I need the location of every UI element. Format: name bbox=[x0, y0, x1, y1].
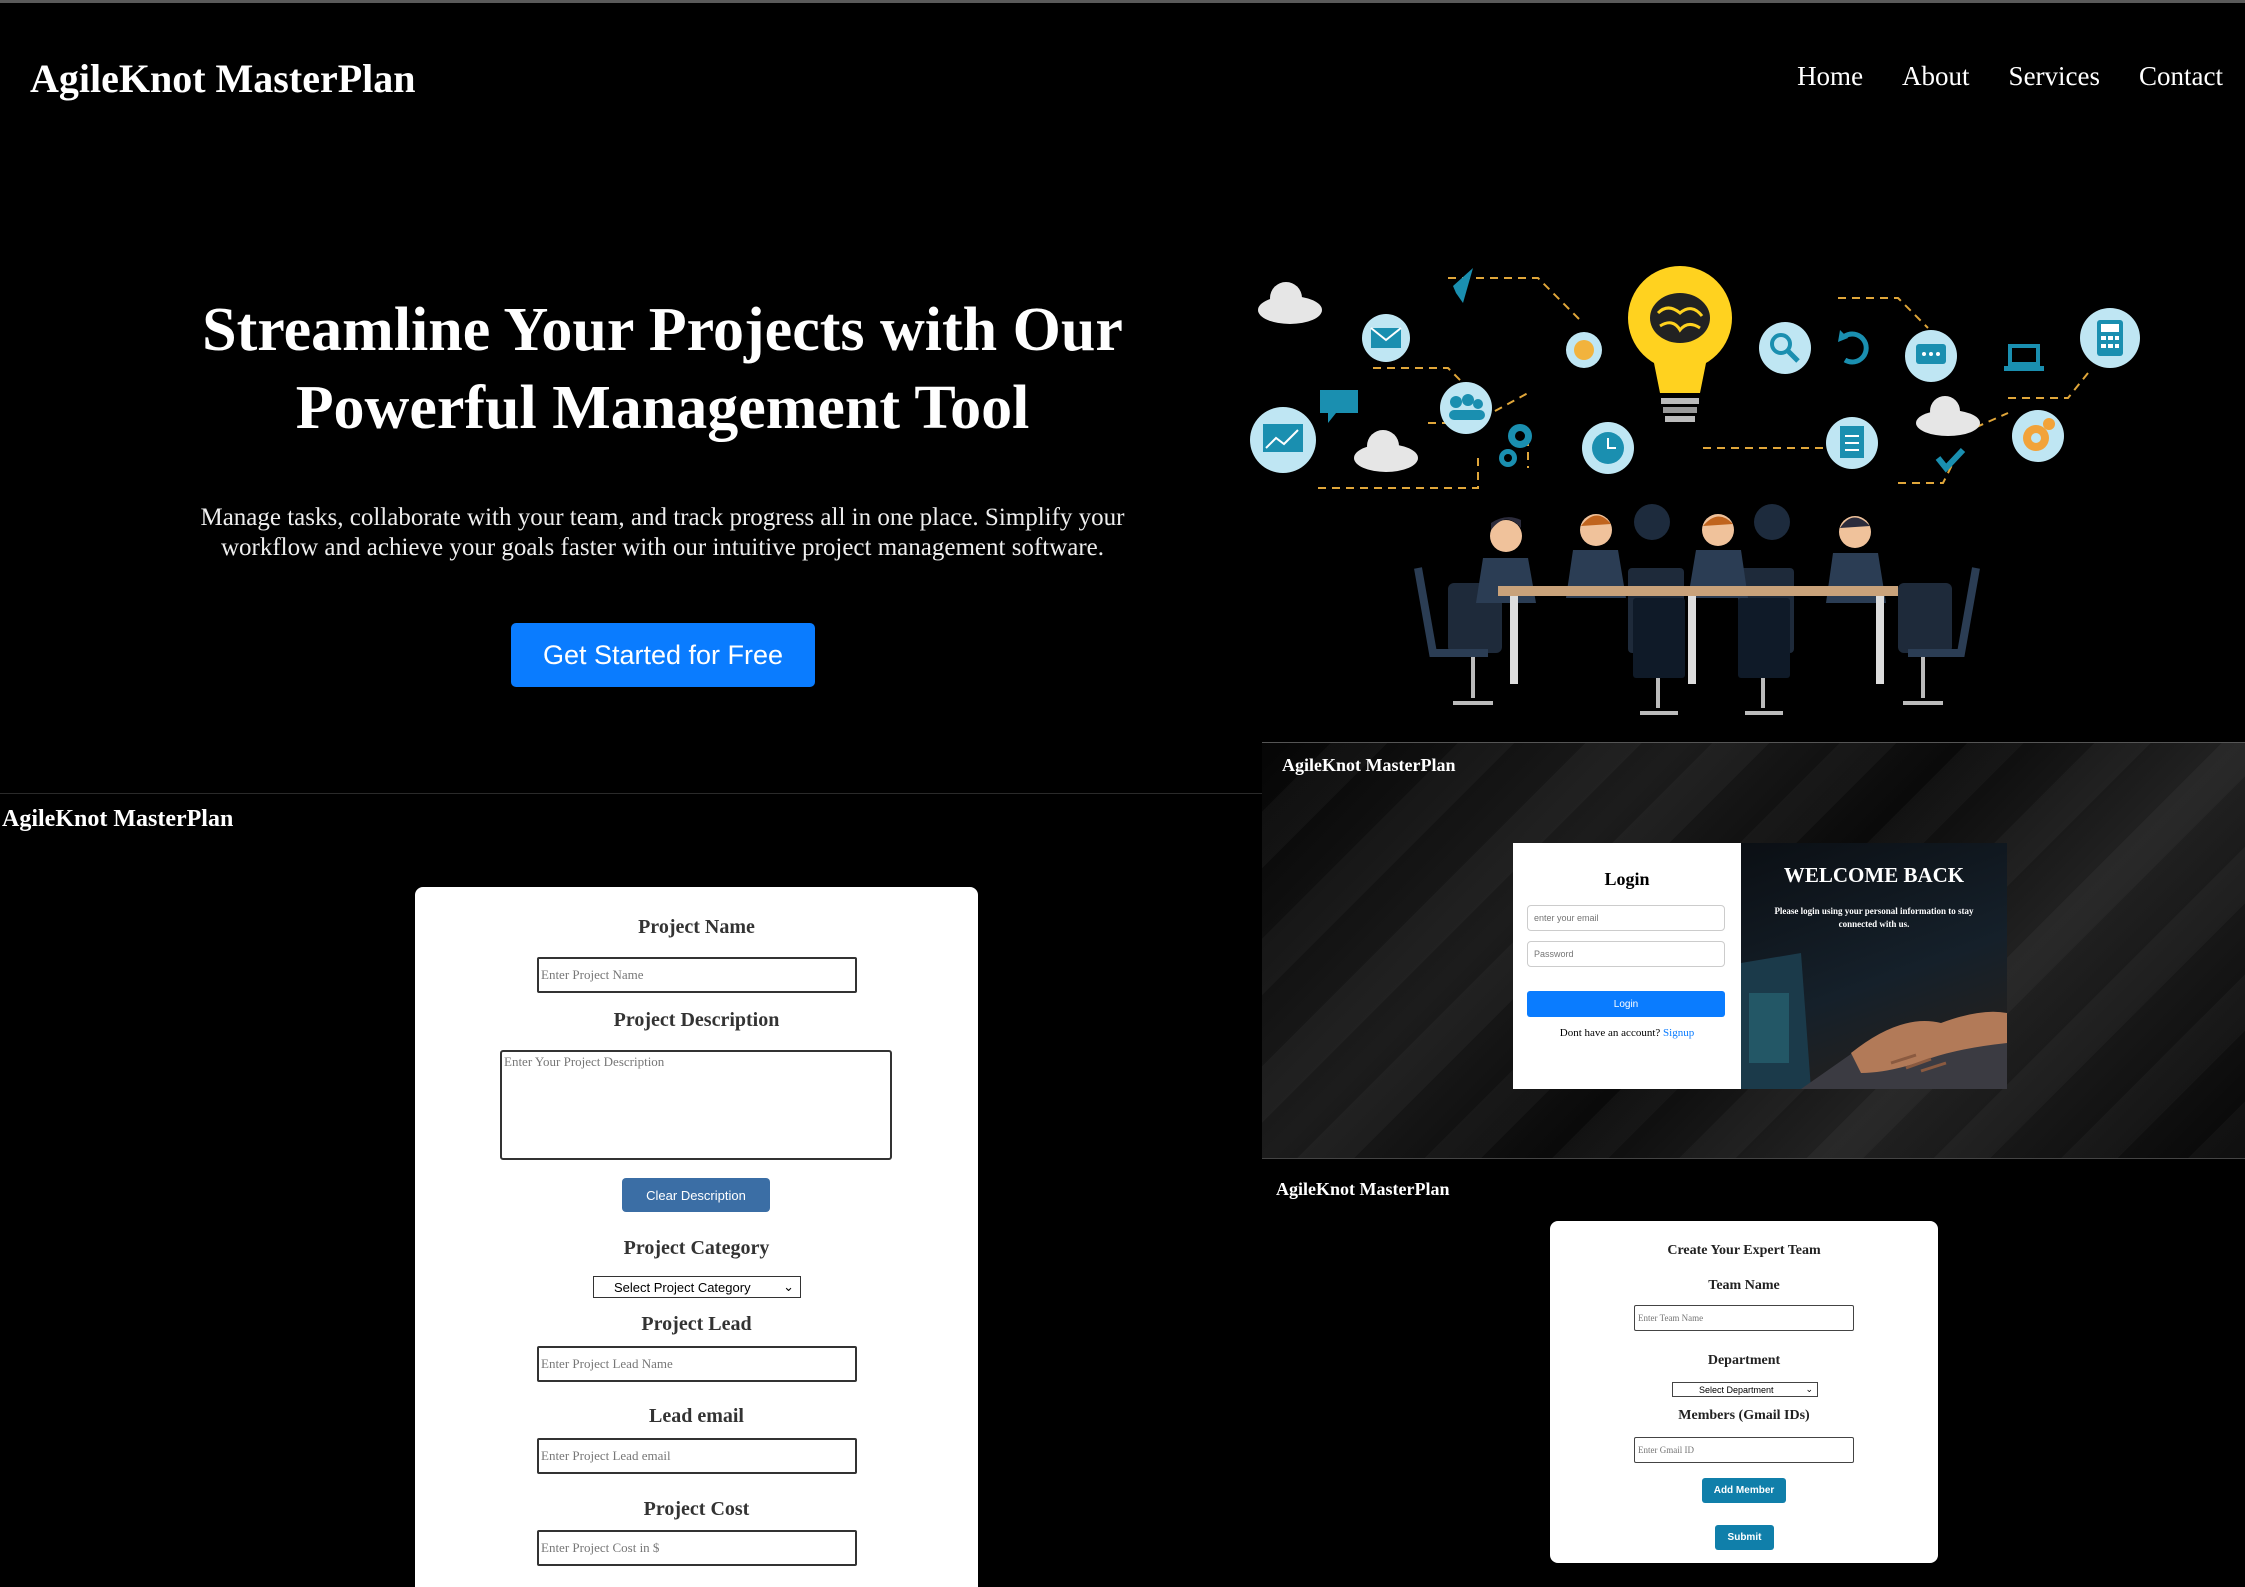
document-icon bbox=[1826, 417, 1878, 469]
hero-title: Streamline Your Projects with Our Powerf… bbox=[160, 291, 1165, 447]
login-form-card: Login Login Dont have an account? Signup bbox=[1513, 843, 1741, 1089]
team-collaboration-illustration bbox=[1250, 266, 2140, 715]
laptop-icon bbox=[2004, 344, 2044, 371]
site-brand[interactable]: AgileKnot MasterPlan bbox=[30, 55, 416, 102]
clear-description-button[interactable]: Clear Description bbox=[622, 1178, 770, 1212]
chevron-down-icon: ⌄ bbox=[783, 1279, 794, 1294]
nav-contact[interactable]: Contact bbox=[2139, 61, 2223, 92]
add-member-button[interactable]: Add Member bbox=[1702, 1478, 1786, 1503]
nav-services[interactable]: Services bbox=[2009, 61, 2100, 92]
project-form-card: Project Name Project Description Clear D… bbox=[415, 887, 978, 1587]
nav-about[interactable]: About bbox=[1902, 61, 1970, 92]
department-selected: Select Department bbox=[1699, 1384, 1774, 1395]
login-section: AgileKnot MasterPlan Login Login Dont ha… bbox=[1262, 742, 2245, 1158]
department-label: Department bbox=[1707, 1353, 1781, 1368]
login-title: Login bbox=[1604, 869, 1650, 889]
hero-subtitle-line2: workflow and achieve your goals faster w… bbox=[220, 534, 1105, 561]
hero-title-line1: Streamline Your Projects with Our bbox=[202, 296, 1123, 364]
magnifier-icon bbox=[1759, 322, 1811, 374]
message-screen-icon bbox=[1905, 330, 1957, 382]
signup-link[interactable]: Signup bbox=[1663, 1027, 1694, 1039]
members-label: Members (Gmail IDs) bbox=[1678, 1408, 1810, 1423]
project-lead-label: Project Lead bbox=[641, 1313, 752, 1335]
chart-monitor-icon bbox=[1250, 407, 1316, 473]
project-cost-input[interactable] bbox=[537, 1530, 857, 1566]
get-started-button[interactable]: Get Started for Free bbox=[511, 623, 815, 687]
team-form-card: Create Your Expert Team Team Name Depart… bbox=[1550, 1221, 1938, 1563]
hero-subtitle: Manage tasks, collaborate with your team… bbox=[160, 503, 1165, 563]
gears-icon bbox=[1499, 424, 1532, 467]
clock-icon bbox=[1582, 422, 1634, 474]
project-description-textarea[interactable] bbox=[500, 1050, 892, 1160]
site-brand[interactable]: AgileKnot MasterPlan bbox=[2, 806, 233, 833]
welcome-subtitle: Please login using your personal informa… bbox=[1774, 906, 1974, 929]
lead-email-label: Lead email bbox=[649, 1405, 744, 1427]
project-description-label: Project Description bbox=[613, 1009, 780, 1031]
site-brand[interactable]: AgileKnot MasterPlan bbox=[1282, 755, 1455, 776]
meeting-table-people bbox=[1414, 504, 1980, 715]
calculator-icon bbox=[2080, 308, 2140, 368]
project-form-section: AgileKnot MasterPlan Project Name Projec… bbox=[0, 793, 1262, 1587]
submit-button[interactable]: Submit bbox=[1715, 1525, 1774, 1550]
site-brand[interactable]: AgileKnot MasterPlan bbox=[1276, 1179, 1449, 1200]
coin-icon bbox=[1566, 332, 1602, 368]
project-cost-label: Project Cost bbox=[643, 1498, 750, 1520]
refresh-icon bbox=[1838, 330, 1869, 365]
team-name-label: Team Name bbox=[1708, 1278, 1780, 1293]
signup-prompt-text: Dont have an account? bbox=[1559, 1027, 1661, 1039]
welcome-title: WELCOME BACK bbox=[1783, 863, 1965, 887]
password-input[interactable] bbox=[1527, 941, 1725, 967]
chevron-down-icon: ⌄ bbox=[1805, 1384, 1813, 1394]
project-name-input[interactable] bbox=[537, 957, 857, 993]
checkmark-icon bbox=[1935, 447, 1966, 473]
login-button[interactable]: Login bbox=[1527, 991, 1725, 1017]
lightbulb-brain-icon bbox=[1628, 266, 1732, 422]
signup-prompt: Dont have an account? Signup bbox=[1513, 1027, 1741, 1039]
hero-subtitle-line1: Manage tasks, collaborate with your team… bbox=[200, 504, 1125, 531]
nav-home[interactable]: Home bbox=[1797, 61, 1863, 92]
project-category-selected: Select Project Category bbox=[614, 1279, 751, 1295]
project-lead-input[interactable] bbox=[537, 1346, 857, 1382]
project-category-label: Project Category bbox=[623, 1237, 770, 1259]
hero-title-line2: Powerful Management Tool bbox=[295, 374, 1030, 442]
lead-email-input[interactable] bbox=[537, 1438, 857, 1474]
team-form-title: Create Your Expert Team bbox=[1667, 1243, 1821, 1258]
mail-icon bbox=[1362, 314, 1410, 362]
landing-section: AgileKnot MasterPlan Home About Services… bbox=[0, 0, 2245, 793]
team-name-input[interactable] bbox=[1634, 1305, 1854, 1331]
settings-gear-icon bbox=[2012, 410, 2064, 462]
chat-bubble-icon bbox=[1320, 390, 1358, 423]
project-name-label: Project Name bbox=[638, 916, 755, 938]
team-form-section: AgileKnot MasterPlan Create Your Expert … bbox=[1262, 1158, 2245, 1587]
welcome-panel: WELCOME BACK Please login using your per… bbox=[1741, 843, 2007, 1089]
project-category-select[interactable]: Select Project Category ⌄ bbox=[593, 1276, 801, 1298]
main-nav: Home About Services Contact bbox=[1797, 61, 2223, 92]
paper-plane-icon bbox=[1453, 268, 1473, 303]
users-icon bbox=[1440, 382, 1492, 434]
members-email-input[interactable] bbox=[1634, 1437, 1854, 1463]
email-input[interactable] bbox=[1527, 905, 1725, 931]
department-select[interactable]: Select Department ⌄ bbox=[1672, 1382, 1818, 1397]
